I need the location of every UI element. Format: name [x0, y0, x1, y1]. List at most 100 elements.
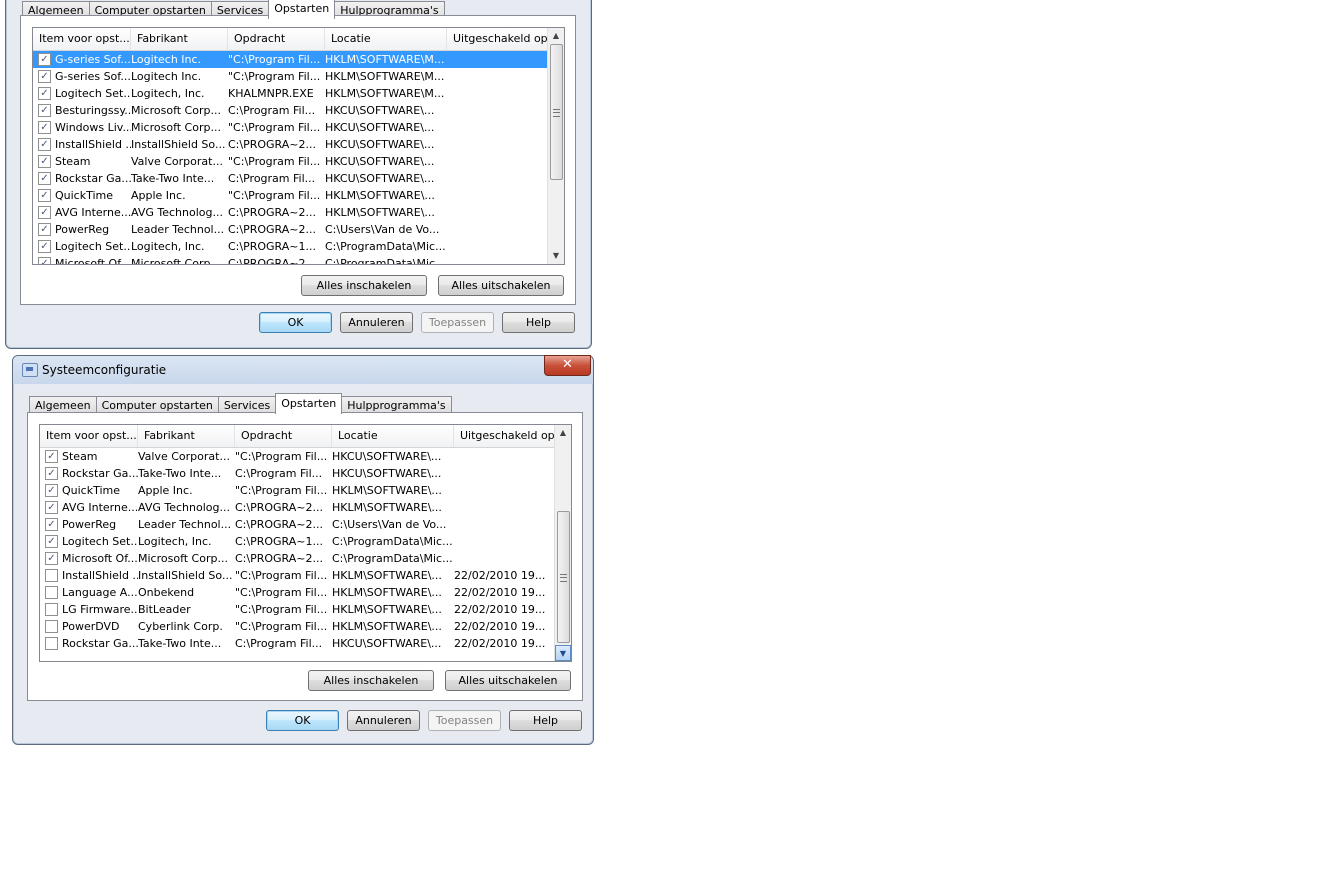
cell-fabrikant: Take-Two Inte...	[131, 172, 215, 185]
table-row[interactable]: ✓ Steam Valve Corporat... "C:\Program Fil..…	[33, 153, 548, 170]
table-row[interactable]: ✓ Steam Valve Corporat... "C:\Program Fil..…	[40, 448, 555, 465]
table-row[interactable]: ✓ G-series Sof... Logitech Inc. "C:\Program…	[33, 51, 548, 68]
column-header-fabrikant[interactable]: Fabrikant	[138, 425, 235, 447]
table-row[interactable]: InstallShield ... InstallShield So... "C:\…	[40, 567, 555, 584]
table-row[interactable]: ✓ QuickTime Apple Inc. "C:\Program Fil... HK…	[40, 482, 555, 499]
column-header-item[interactable]: Item voor opst...	[33, 28, 131, 50]
table-row[interactable]: ✓ InstallShield ... InstallShield So... C:\…	[33, 136, 548, 153]
row-checkbox[interactable]	[45, 586, 58, 599]
column-header-opdracht[interactable]: Opdracht	[228, 28, 325, 50]
table-row[interactable]: ✓ Windows Liv... Microsoft Corp... "C:\Prog…	[33, 119, 548, 136]
checkmark-icon: ✓	[40, 88, 49, 99]
cell-fabrikant: Onbekend	[138, 586, 195, 599]
row-checkbox[interactable]: ✓	[38, 172, 51, 185]
table-row[interactable]: ✓ Microsoft Of... Microsoft Corp... C:\PROG…	[40, 550, 555, 567]
cell-opdracht: "C:\Program Fil...	[235, 586, 328, 599]
cell-opdracht: C:\PROGRA~1...	[228, 240, 316, 253]
list-scrollbar[interactable]: ▲ ▼	[554, 425, 571, 661]
help-button[interactable]: Help	[502, 312, 575, 333]
row-checkbox[interactable]: ✓	[38, 70, 51, 83]
row-checkbox[interactable]: ✓	[45, 552, 58, 565]
cell-uitgeschakeld	[447, 187, 548, 204]
table-row[interactable]: ✓ QuickTime Apple Inc. "C:\Program Fil... HK…	[33, 187, 548, 204]
row-checkbox[interactable]: ✓	[38, 104, 51, 117]
scroll-thumb[interactable]	[557, 511, 570, 643]
scroll-up-icon[interactable]: ▲	[555, 425, 571, 441]
row-checkbox[interactable]: ✓	[45, 518, 58, 531]
system-config-window-top: Algemeen Computer opstarten Services Ops…	[5, 0, 592, 349]
row-checkbox[interactable]	[45, 620, 58, 633]
table-row[interactable]: ✓ AVG Interne... AVG Technolog... C:\PROGRA…	[40, 499, 555, 516]
row-checkbox[interactable]: ✓	[38, 257, 51, 264]
column-header-uitgeschakeld[interactable]: Uitgeschakeld op	[454, 425, 555, 447]
checkmark-icon: ✓	[40, 190, 49, 201]
row-checkbox[interactable]: ✓	[45, 450, 58, 463]
cell-fabrikant: AVG Technolog...	[131, 206, 223, 219]
cell-item: Microsoft Of...	[62, 552, 138, 565]
table-row[interactable]: ✓ Logitech Set... Logitech, Inc. C:\PROGRA~…	[33, 238, 548, 255]
cancel-button[interactable]: Annuleren	[347, 710, 420, 731]
table-row[interactable]: LG Firmware... BitLeader "C:\Program Fil..…	[40, 601, 555, 618]
table-row[interactable]: Language A... Onbekend "C:\Program Fil... H…	[40, 584, 555, 601]
table-row[interactable]: ✓ Logitech Set... Logitech, Inc. KHALMNPR.E…	[33, 85, 548, 102]
scroll-down-icon[interactable]: ▼	[555, 645, 571, 661]
row-checkbox[interactable]: ✓	[38, 121, 51, 134]
table-row[interactable]: ✓ PowerReg Leader Technol... C:\PROGRA~2...…	[40, 516, 555, 533]
table-row[interactable]: ✓ Logitech Set... Logitech, Inc. C:\PROGRA~…	[40, 533, 555, 550]
table-row[interactable]: ✓ G-series Sof... Logitech Inc. "C:\Program…	[33, 68, 548, 85]
row-checkbox[interactable]: ✓	[38, 240, 51, 253]
table-row[interactable]: ✓ Microsoft Of... Microsoft Corp... C:\PROG…	[33, 255, 548, 264]
row-checkbox[interactable]: ✓	[38, 223, 51, 236]
row-checkbox[interactable]: ✓	[45, 484, 58, 497]
cell-fabrikant: InstallShield So...	[138, 569, 233, 582]
enable-all-button[interactable]: Alles inschakelen	[308, 670, 434, 691]
row-checkbox[interactable]: ✓	[38, 138, 51, 151]
row-checkbox[interactable]: ✓	[38, 53, 51, 66]
row-checkbox[interactable]	[45, 637, 58, 650]
row-checkbox[interactable]	[45, 569, 58, 582]
column-header-uitgeschakeld[interactable]: Uitgeschakeld op	[447, 28, 548, 50]
row-checkbox[interactable]: ✓	[38, 189, 51, 202]
ok-button[interactable]: OK	[266, 710, 339, 731]
column-header-locatie[interactable]: Locatie	[332, 425, 454, 447]
column-header-opdracht[interactable]: Opdracht	[235, 425, 332, 447]
column-header-item[interactable]: Item voor opst...	[40, 425, 138, 447]
close-icon: ✕	[562, 357, 573, 372]
disable-all-button[interactable]: Alles uitschakelen	[438, 275, 564, 296]
disable-all-button[interactable]: Alles uitschakelen	[445, 670, 571, 691]
tab-opstarten[interactable]: Opstarten	[275, 393, 343, 414]
table-row[interactable]: ✓ Rockstar Ga... Take-Two Inte... C:\Progra…	[33, 170, 548, 187]
cell-locatie: HKCU\SOFTWARE\...	[332, 450, 442, 463]
column-header-locatie[interactable]: Locatie	[325, 28, 447, 50]
cell-locatie: HKCU\SOFTWARE\...	[325, 138, 435, 151]
row-checkbox[interactable]: ✓	[38, 206, 51, 219]
row-checkbox[interactable]: ✓	[38, 155, 51, 168]
table-row[interactable]: Rockstar Ga... Take-Two Inte... C:\Program…	[40, 635, 555, 652]
help-button[interactable]: Help	[509, 710, 582, 731]
row-checkbox[interactable]: ✓	[45, 535, 58, 548]
scroll-thumb[interactable]	[550, 44, 563, 180]
row-checkbox[interactable]: ✓	[38, 87, 51, 100]
cell-opdracht: C:\Program Fil...	[228, 172, 316, 185]
row-checkbox[interactable]: ✓	[45, 501, 58, 514]
enable-all-button[interactable]: Alles inschakelen	[301, 275, 427, 296]
row-checkbox[interactable]: ✓	[45, 467, 58, 480]
list-scrollbar[interactable]: ▲ ▼	[547, 28, 564, 264]
cell-opdracht: "C:\Program Fil...	[235, 620, 328, 633]
title-bar[interactable]: Systeemconfiguratie ✕	[13, 355, 593, 384]
scroll-down-icon[interactable]: ▼	[548, 248, 564, 264]
cancel-button[interactable]: Annuleren	[340, 312, 413, 333]
tab-opstarten[interactable]: Opstarten	[268, 0, 336, 19]
table-row[interactable]: ✓ PowerReg Leader Technol... C:\PROGRA~2...…	[33, 221, 548, 238]
scroll-up-icon[interactable]: ▲	[548, 28, 564, 44]
cell-opdracht: C:\PROGRA~2...	[228, 223, 316, 236]
table-row[interactable]: PowerDVD Cyberlink Corp. "C:\Program Fil..…	[40, 618, 555, 635]
column-header-fabrikant[interactable]: Fabrikant	[131, 28, 228, 50]
ok-button[interactable]: OK	[259, 312, 332, 333]
table-row[interactable]: ✓ AVG Interne... AVG Technolog... C:\PROGRA…	[33, 204, 548, 221]
table-row[interactable]: ✓ Rockstar Ga... Take-Two Inte... C:\Progra…	[40, 465, 555, 482]
close-button[interactable]: ✕	[544, 355, 591, 376]
cell-opdracht: "C:\Program Fil...	[228, 121, 321, 134]
table-row[interactable]: ✓ Besturingssy... Microsoft Corp... C:\Prog…	[33, 102, 548, 119]
row-checkbox[interactable]	[45, 603, 58, 616]
